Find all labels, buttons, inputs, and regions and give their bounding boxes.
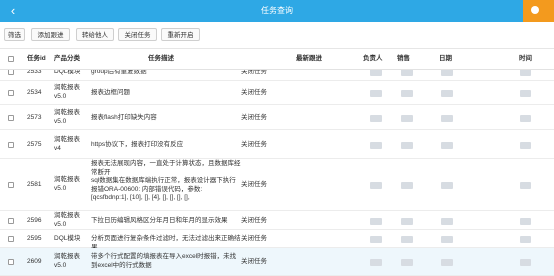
product-category: 润乾报表 v4 (54, 136, 80, 152)
date-redacted (441, 69, 453, 76)
row-checkbox[interactable] (8, 236, 14, 242)
col-product[interactable]: 产品分类 (54, 49, 80, 69)
task-id: 2595 (27, 235, 42, 242)
task-description: 带多个行式配置的填报表在导入excel时报错，未找到excel中的行式数据 (91, 253, 237, 269)
date-redacted (441, 236, 453, 243)
latest-followup: 关闭任务 (241, 181, 267, 188)
filter-button[interactable]: 筛选 (4, 28, 25, 41)
select-all-checkbox[interactable] (8, 56, 14, 62)
page-title: 任务查询 (261, 6, 293, 15)
task-description: 报表flash打印缺失内容 (91, 114, 157, 121)
owner-redacted (370, 90, 382, 97)
sales-redacted (401, 69, 413, 76)
title-bar: ‹ 任务查询 (0, 0, 554, 22)
owner-redacted (370, 236, 382, 243)
table-row[interactable]: 2575 润乾报表 v4 https协议下，报表打印没有反应 关闭任务 (0, 130, 554, 159)
row-checkbox[interactable] (8, 90, 14, 96)
add-followup-button[interactable]: 添加跟进 (31, 28, 70, 41)
owner-redacted (370, 182, 382, 189)
sales-redacted (401, 182, 413, 189)
col-time[interactable]: 时间 (519, 49, 532, 69)
sales-redacted (401, 236, 413, 243)
owner-redacted (370, 69, 382, 76)
date-redacted (441, 115, 453, 122)
product-category: 润乾报表 v5.0 (54, 253, 80, 269)
task-id: 2596 (27, 217, 42, 224)
row-checkbox[interactable] (8, 182, 14, 188)
time-redacted (520, 90, 531, 97)
product-category: 润乾报表 v5.0 (54, 84, 80, 100)
product-category: 润乾报表 v5.0 (54, 109, 80, 125)
toolbar: 筛选 添加跟进 转给他人 关闭任务 重新开启 (0, 22, 554, 48)
task-description: 下拉日历编辑风格区分年月日和年月的显示效果 (91, 217, 228, 224)
time-redacted (520, 236, 531, 243)
time-redacted (520, 142, 531, 149)
latest-followup: 关闭任务 (241, 258, 267, 265)
close-task-button[interactable]: 关闭任务 (118, 28, 157, 41)
date-redacted (441, 142, 453, 149)
time-redacted (520, 69, 531, 76)
task-table: 2533 DQL模块 group后有重复数据 关闭任务 2534 润乾报表 v5.0 报表边… (0, 49, 554, 276)
task-description: https协议下，报表打印没有反应 (91, 141, 184, 148)
sales-redacted (401, 259, 413, 266)
col-latest-followup[interactable]: 最新跟进 (296, 49, 322, 69)
time-redacted (520, 182, 531, 189)
time-redacted (520, 218, 531, 225)
date-redacted (441, 218, 453, 225)
date-redacted (441, 182, 453, 189)
col-date[interactable]: 日期 (439, 49, 452, 69)
row-checkbox[interactable] (8, 115, 14, 121)
latest-followup: 关闭任务 (241, 235, 267, 242)
task-id: 2581 (27, 181, 42, 188)
table-row[interactable]: 2573 润乾报表 v5.0 报表flash打印缺失内容 关闭任务 (0, 105, 554, 130)
task-id: 2609 (27, 258, 42, 265)
table-row[interactable]: 2609 润乾报表 v5.0 带多个行式配置的填报表在导入excel时报错，未找到e… (0, 248, 554, 276)
row-checkbox[interactable] (8, 259, 14, 265)
row-checkbox[interactable] (8, 142, 14, 148)
product-category: 润乾报表 v5.0 (54, 212, 80, 228)
owner-redacted (370, 218, 382, 225)
table-header: 任务id 产品分类 任务描述 最新跟进 负责人 销售 日期 时间 (0, 49, 554, 70)
badge-dot-icon (531, 6, 539, 14)
latest-followup: 关闭任务 (241, 141, 267, 148)
col-description[interactable]: 任务描述 (148, 49, 174, 69)
sales-redacted (401, 218, 413, 225)
table-row[interactable]: 2595 DQL模块 分析页面进行复杂条件过滤时，无法过滤出来正确结果 关闭任务 (0, 230, 554, 251)
owner-redacted (370, 115, 382, 122)
sales-redacted (401, 142, 413, 149)
latest-followup: 关闭任务 (241, 217, 267, 224)
table-row[interactable]: 2581 润乾报表 v5.0 报表无法展现内容，一直处于计算状态，且数据库经常断开 … (0, 159, 554, 211)
col-sales[interactable]: 销售 (397, 49, 410, 69)
col-task-id[interactable]: 任务id (27, 49, 46, 69)
owner-redacted (370, 259, 382, 266)
time-redacted (520, 259, 531, 266)
time-redacted (520, 115, 531, 122)
task-description: 报表边框问题 (91, 89, 130, 96)
row-checkbox[interactable] (8, 218, 14, 224)
product-category: DQL模块 (54, 235, 81, 242)
latest-followup: 关闭任务 (241, 89, 267, 96)
task-id: 2575 (27, 141, 42, 148)
reopen-button[interactable]: 重新开启 (161, 28, 200, 41)
task-id: 2573 (27, 114, 42, 121)
product-category: 润乾报表 v5.0 (54, 176, 80, 192)
transfer-button[interactable]: 转给他人 (76, 28, 114, 41)
owner-redacted (370, 142, 382, 149)
date-redacted (441, 90, 453, 97)
task-description: 报表无法展现内容，一直处于计算状态，且数据库经常断开 sql数据集在数据库端执行… (91, 160, 241, 201)
latest-followup: 关闭任务 (241, 114, 267, 121)
sales-redacted (401, 90, 413, 97)
orange-corner-badge[interactable] (523, 0, 554, 22)
task-id: 2534 (27, 89, 42, 96)
sales-redacted (401, 115, 413, 122)
table-row[interactable]: 2534 润乾报表 v5.0 报表边框问题 关闭任务 (0, 81, 554, 105)
table-row[interactable]: 2596 润乾报表 v5.0 下拉日历编辑风格区分年月日和年月的显示效果 关闭任务 (0, 211, 554, 230)
date-redacted (441, 259, 453, 266)
col-owner[interactable]: 负责人 (363, 49, 383, 69)
